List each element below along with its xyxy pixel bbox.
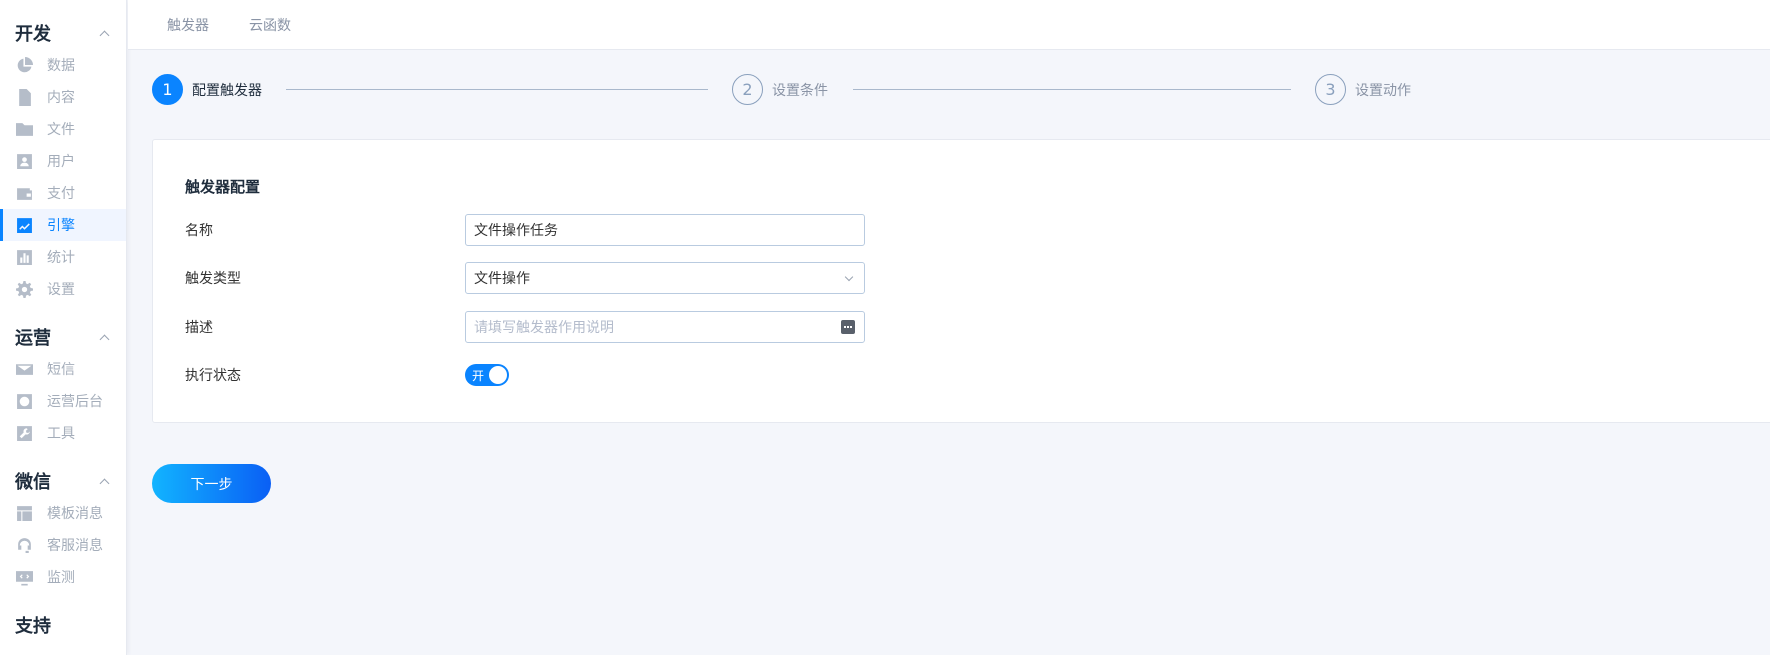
headset-icon [15,536,33,554]
step-2: 2 设置条件 [732,74,828,105]
sidebar-group-title: 开发 [15,24,51,45]
tab-triggers[interactable]: 触发器 [167,15,209,35]
sidebar-item-label: 运营后台 [47,394,103,410]
sidebar-group-support[interactable]: 支持 [0,609,126,641]
sidebar-item-label: 模板消息 [47,506,103,522]
sidebar-item-label: 统计 [47,250,75,266]
step-label: 配置触发器 [192,82,262,99]
sidebar-item-tools[interactable]: 工具 [0,417,126,449]
sidebar-item-label: 文件 [47,122,75,138]
sidebar-item-payment[interactable]: 支付 [0,177,126,209]
desc-row: 描述 请填写触发器作用说明 [185,311,865,343]
sidebar-item-engine[interactable]: 引擎 [0,209,126,241]
step-3: 3 设置动作 [1315,74,1411,105]
mail-icon [15,360,33,378]
step-connector [853,89,1291,90]
type-row: 触发类型 文件操作 [185,262,865,294]
status-row: 执行状态 开 [185,359,509,391]
sidebar-group-ops[interactable]: 运营 [0,321,126,353]
user-card-icon [15,152,33,170]
sidebar-item-label: 客服消息 [47,538,103,554]
description-placeholder: 请填写触发器作用说明 [474,320,614,336]
chevron-down-icon [844,272,854,282]
tab-cloud-functions[interactable]: 云函数 [249,15,291,35]
sidebar-item-content[interactable]: 内容 [0,81,126,113]
trigger-config-card: 触发器配置 名称 文件操作任务 触发类型 文件操作 描述 请填写触发器作用说明 … [152,139,1770,423]
step-connector [286,89,708,90]
status-toggle[interactable]: 开 [465,364,509,386]
pie-chart-icon [15,56,33,74]
dashboard-icon [15,392,33,410]
sidebar-group-title: 微信 [15,472,51,493]
description-input[interactable]: 请填写触发器作用说明 [465,311,865,343]
sidebar-item-settings[interactable]: 设置 [0,273,126,305]
sidebar-item-label: 短信 [47,362,75,378]
step-number: 3 [1315,74,1346,105]
sidebar-item-label: 数据 [47,58,75,74]
status-label: 执行状态 [185,368,241,384]
document-icon [15,88,33,106]
sidebar-item-label: 引擎 [47,218,75,234]
sidebar-item-label: 设置 [47,282,75,298]
type-label: 触发类型 [185,271,241,287]
step-progress: 1 配置触发器 2 设置条件 3 设置动作 [152,74,1412,106]
gear-icon [15,280,33,298]
toggle-label: 开 [472,368,485,383]
code-monitor-icon [15,568,33,586]
chevron-up-icon [99,334,110,344]
sidebar-group-dev[interactable]: 开发 [0,17,126,49]
sidebar-item-files[interactable]: 文件 [0,113,126,145]
bar-chart-icon [15,248,33,266]
wrench-icon [15,424,33,442]
sidebar-group-wechat[interactable]: 微信 [0,465,126,497]
sidebar-item-monitor[interactable]: 监测 [0,561,126,593]
sidebar-item-service-msg[interactable]: 客服消息 [0,529,126,561]
sidebar-item-label: 用户 [47,154,75,170]
sidebar-item-ops-console[interactable]: 运营后台 [0,385,126,417]
sidebar-item-template-msg[interactable]: 模板消息 [0,497,126,529]
toggle-knob [489,366,507,384]
next-step-button[interactable]: 下一步 [152,464,271,503]
name-row: 名称 文件操作任务 [185,214,865,246]
name-input[interactable]: 文件操作任务 [465,214,865,246]
sidebar-item-sms[interactable]: 短信 [0,353,126,385]
trigger-type-select[interactable]: 文件操作 [465,262,865,294]
desc-label: 描述 [185,320,213,336]
step-number: 2 [732,74,763,105]
sidebar-item-label: 支付 [47,186,75,202]
trend-chart-icon [15,216,33,234]
step-1: 1 配置触发器 [152,74,262,105]
sidebar-item-label: 监测 [47,570,75,586]
card-title: 触发器配置 [185,178,261,196]
name-label: 名称 [185,223,213,239]
chevron-up-icon [99,30,110,40]
sidebar-item-label: 内容 [47,90,75,106]
sidebar-item-users[interactable]: 用户 [0,145,126,177]
sidebar-item-data[interactable]: 数据 [0,49,126,81]
sidebar-item-stats[interactable]: 统计 [0,241,126,273]
step-label: 设置动作 [1355,82,1411,99]
top-tab-bar: 触发器 云函数 [128,0,1770,50]
sidebar: 开发 数据 内容 文件 用户 支付 引擎 统计 设置 运营 短信 运营后台 工具… [0,0,127,655]
chevron-up-icon [99,478,110,488]
sidebar-item-label: 工具 [47,426,75,442]
keyboard-icon [841,320,855,334]
folder-icon [15,120,33,138]
sidebar-group-title: 支持 [15,616,51,637]
layout-icon [15,504,33,522]
wallet-icon [15,184,33,202]
sidebar-group-title: 运营 [15,328,51,349]
trigger-type-value: 文件操作 [474,271,530,287]
step-label: 设置条件 [772,82,828,99]
step-number: 1 [152,74,183,105]
